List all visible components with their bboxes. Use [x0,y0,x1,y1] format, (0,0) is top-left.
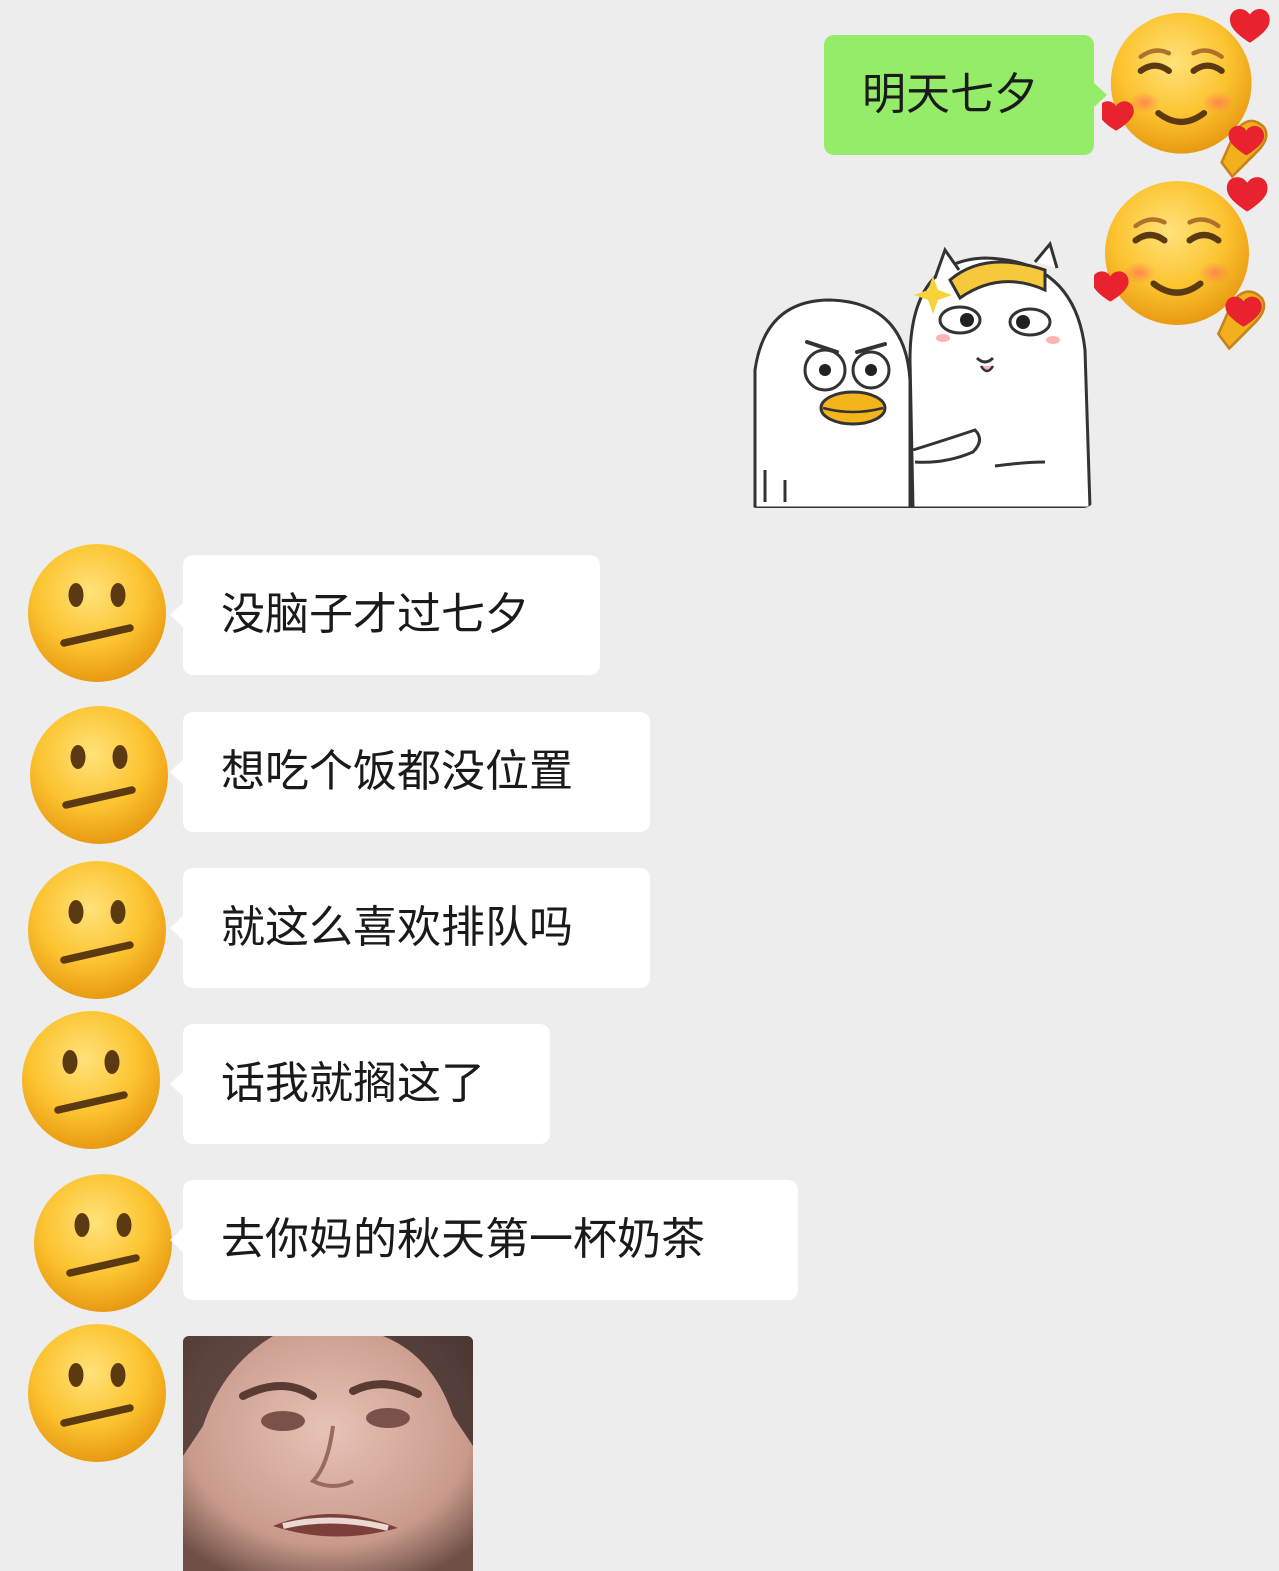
neutral-face-avatar-icon[interactable] [22,855,172,1005]
incoming-message-bubble[interactable]: 话我就搁这了 [170,1024,550,1144]
message-text: 去你妈的秋天第一杯奶茶 [221,1214,705,1265]
incoming-message-bubble[interactable]: 想吃个饭都没位置 [170,712,650,832]
chat-area: 明天七夕 没脑子才过七夕 想吃个饭都没位置 就这么喜欢排队吗 话我就搁这了 去你… [0,0,1279,1571]
duck-and-cat-hug-sticker[interactable] [745,240,1095,508]
message-text: 话我就搁这了 [221,1058,485,1109]
incoming-message-bubble[interactable]: 去你妈的秋天第一杯奶茶 [170,1180,798,1300]
message-text: 明天七夕 [862,69,1038,120]
incoming-message-bubble[interactable]: 没脑子才过七夕 [170,555,600,675]
message-text: 想吃个饭都没位置 [221,746,573,797]
neutral-face-avatar-icon[interactable] [22,1318,172,1468]
smiling-hearts-avatar-icon[interactable] [1102,4,1278,180]
neutral-face-avatar-icon[interactable] [22,538,172,688]
smiling-hearts-avatar-icon[interactable] [1094,172,1278,352]
grimacing-face-photo[interactable] [183,1336,473,1571]
message-text: 没脑子才过七夕 [221,589,529,640]
outgoing-message-bubble[interactable]: 明天七夕 [824,35,1107,155]
neutral-face-avatar-icon[interactable] [28,1168,178,1318]
message-text: 就这么喜欢排队吗 [221,902,573,953]
incoming-message-bubble[interactable]: 就这么喜欢排队吗 [170,868,650,988]
neutral-face-avatar-icon[interactable] [24,700,174,850]
neutral-face-avatar-icon[interactable] [16,1005,166,1155]
